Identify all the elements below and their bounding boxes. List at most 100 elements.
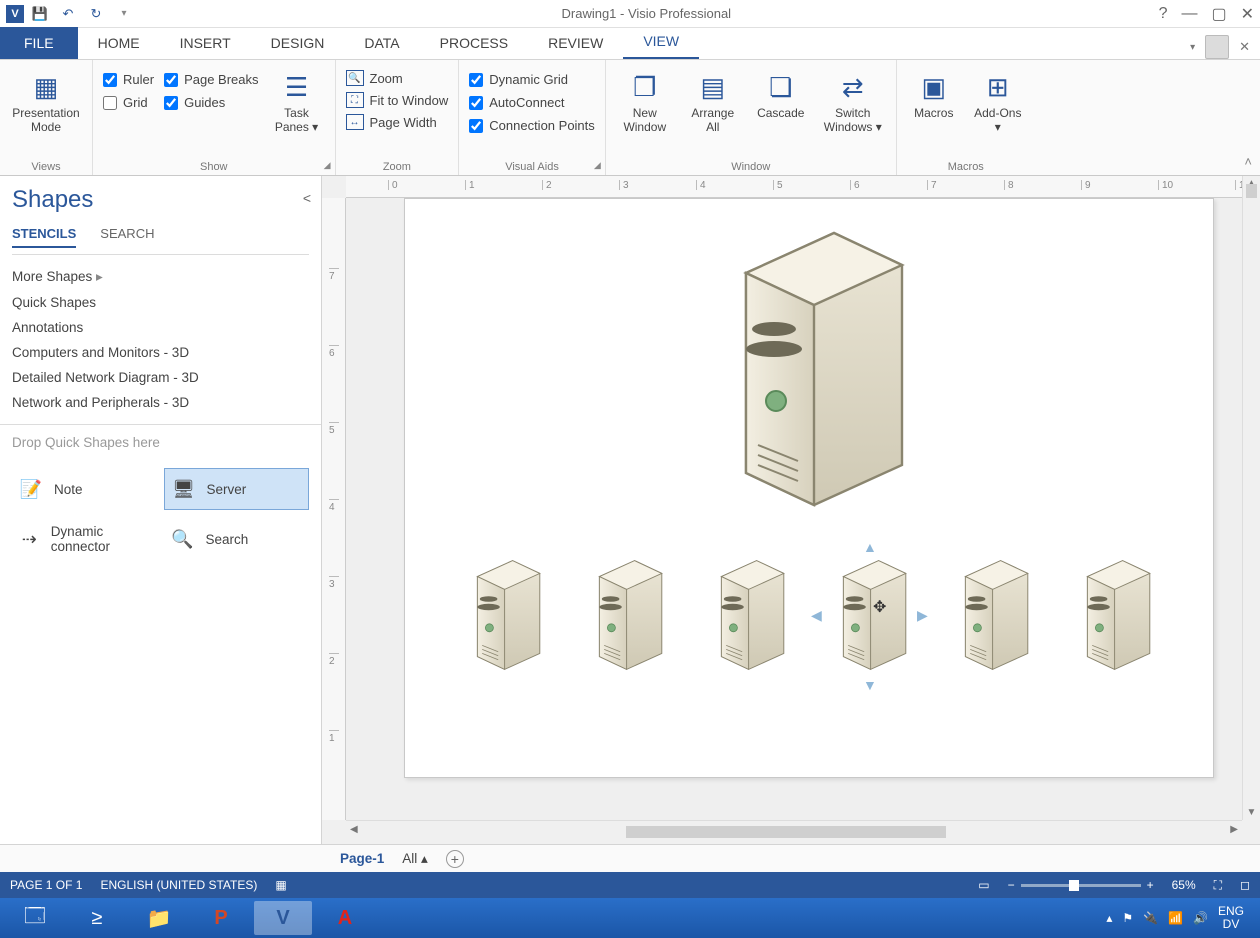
vertical-scrollbar[interactable]: ▲ ▼ (1242, 176, 1260, 820)
horizontal-scrollbar[interactable]: ◀ ▶ (346, 820, 1242, 844)
palette-search[interactable]: 🔍Search (164, 516, 310, 562)
tab-home[interactable]: HOME (78, 27, 160, 59)
palette-dynamic-connector[interactable]: ⇢Dynamic connector (12, 516, 158, 562)
close-icon[interactable]: ✕ (1241, 4, 1254, 24)
shapes-tab-stencils[interactable]: STENCILS (12, 226, 76, 248)
drawing-page[interactable]: ▲ ▼ ◀ ▶ ✥ (404, 198, 1214, 778)
hscroll-thumb[interactable] (626, 826, 946, 838)
fit-to-window-button[interactable]: ⛶Fit to Window (346, 92, 449, 108)
autoconnect-right-icon[interactable]: ▶ (917, 607, 928, 624)
palette-note[interactable]: 📝Note (12, 468, 158, 510)
help-icon[interactable]: ? (1159, 5, 1168, 23)
stencil-quick-shapes[interactable]: Quick Shapes (12, 295, 309, 310)
server-shape-4[interactable] (827, 559, 911, 671)
cascade-button[interactable]: ❏Cascade (752, 66, 810, 120)
doc-close-icon[interactable]: ✕ (1239, 39, 1250, 55)
server-shape-5[interactable] (949, 559, 1033, 671)
page-width-button[interactable]: ↔Page Width (346, 114, 449, 130)
undo-icon[interactable]: ↶ (58, 4, 78, 24)
addons-button[interactable]: ⊞Add-Ons ▾ (971, 66, 1025, 134)
vscroll-thumb[interactable] (1246, 184, 1257, 198)
ruler-checkbox[interactable]: Ruler (103, 72, 154, 87)
dynamic-grid-checkbox[interactable]: Dynamic Grid (469, 72, 595, 87)
scroll-right-icon[interactable]: ▶ (1230, 824, 1238, 835)
palette-server[interactable]: 🖥Server (164, 468, 310, 510)
server-shape-large[interactable] (710, 229, 910, 509)
qat-customize-icon[interactable]: ▾ (114, 4, 134, 24)
macro-recorder-icon[interactable]: ▦ (275, 878, 286, 892)
macros-icon: ▣ (921, 70, 946, 104)
presentation-view-icon[interactable]: ▭ (978, 878, 989, 892)
page-tab-all[interactable]: All ▴ (402, 851, 428, 867)
tray-power-icon[interactable]: 🔌 (1143, 911, 1158, 925)
shapes-collapse-icon[interactable]: < (303, 190, 311, 206)
fit-page-icon[interactable]: ⛶ (1214, 878, 1222, 893)
zoom-out-icon[interactable]: − (1008, 878, 1015, 892)
tray-language[interactable]: ENGDV (1218, 905, 1244, 931)
taskbar-explorer[interactable]: 📁 (130, 901, 188, 935)
status-language[interactable]: ENGLISH (UNITED STATES) (100, 878, 257, 892)
presentation-mode-button[interactable]: ▦ Presentation Mode (10, 66, 82, 134)
server-shape-1[interactable] (461, 559, 545, 671)
tray-security-icon[interactable]: ⚑ (1122, 911, 1133, 925)
scroll-down-icon[interactable]: ▼ (1243, 807, 1260, 818)
page-tab-1[interactable]: Page-1 (340, 851, 384, 866)
ribbon-options-icon[interactable]: ▾ (1190, 42, 1195, 53)
tab-process[interactable]: PROCESS (420, 27, 528, 59)
redo-icon[interactable]: ↻ (86, 4, 106, 24)
stencil-network-peripherals-3d[interactable]: Network and Peripherals - 3D (12, 395, 309, 410)
arrange-all-button[interactable]: ▤Arrange All (684, 66, 742, 134)
autoconnect-up-icon[interactable]: ▲ (863, 539, 877, 555)
tray-network-icon[interactable]: 📶 (1168, 911, 1183, 925)
tray-volume-icon[interactable]: 🔊 (1193, 911, 1208, 925)
tab-file[interactable]: FILE (0, 27, 78, 59)
new-window-button[interactable]: ❐New Window (616, 66, 674, 134)
save-icon[interactable]: 💾 (30, 4, 50, 24)
taskbar-app-1[interactable]: 🗔 (6, 901, 64, 935)
fullscreen-icon[interactable]: ◻ (1240, 878, 1250, 892)
taskbar-powerpoint[interactable]: P (192, 901, 250, 935)
switch-windows-button[interactable]: ⇄Switch Windows ▾ (820, 66, 886, 134)
autoconnect-checkbox[interactable]: AutoConnect (469, 95, 595, 110)
taskbar-acrobat[interactable]: A (316, 901, 374, 935)
stencil-more-shapes[interactable]: More Shapes (12, 269, 309, 285)
guides-checkbox[interactable]: Guides (164, 95, 258, 110)
zoom-slider[interactable]: − + (1008, 878, 1154, 892)
zoom-button[interactable]: 🔍Zoom (346, 70, 449, 86)
tab-design[interactable]: DESIGN (251, 27, 345, 59)
scroll-left-icon[interactable]: ◀ (350, 824, 358, 835)
page-breaks-checkbox[interactable]: Page Breaks (164, 72, 258, 87)
server-shape-2[interactable] (583, 559, 667, 671)
grid-checkbox[interactable]: Grid (103, 95, 154, 110)
connection-points-checkbox[interactable]: Connection Points (469, 118, 595, 133)
tab-data[interactable]: DATA (344, 27, 419, 59)
server-shape-6[interactable] (1071, 559, 1155, 671)
macros-button[interactable]: ▣Macros (907, 66, 961, 120)
maximize-icon[interactable]: ▢ (1211, 4, 1226, 24)
show-dialog-launcher[interactable]: ◢ (324, 160, 331, 171)
tab-view[interactable]: VIEW (623, 25, 699, 59)
add-page-button[interactable]: + (446, 850, 464, 868)
taskbar-visio[interactable]: V (254, 901, 312, 935)
stencil-annotations[interactable]: Annotations (12, 320, 309, 335)
visual-dialog-launcher[interactable]: ◢ (594, 160, 601, 171)
minimize-icon[interactable]: — (1181, 5, 1197, 23)
account-avatar[interactable] (1205, 35, 1229, 59)
canvas[interactable]: 01234567891011 7654321 (322, 176, 1260, 844)
status-page[interactable]: PAGE 1 OF 1 (10, 878, 82, 892)
autoconnect-left-icon[interactable]: ◀ (811, 607, 822, 624)
zoom-knob[interactable] (1069, 880, 1079, 891)
tab-review[interactable]: REVIEW (528, 27, 623, 59)
collapse-ribbon-icon[interactable]: ˄ (1244, 154, 1252, 169)
autoconnect-down-icon[interactable]: ▼ (863, 677, 877, 693)
zoom-value[interactable]: 65% (1172, 878, 1196, 892)
server-shape-3[interactable] (705, 559, 789, 671)
zoom-in-icon[interactable]: + (1147, 878, 1154, 892)
stencil-network-diagram-3d[interactable]: Detailed Network Diagram - 3D (12, 370, 309, 385)
stencil-computers-3d[interactable]: Computers and Monitors - 3D (12, 345, 309, 360)
taskbar-powershell[interactable]: ≥ (68, 901, 126, 935)
tray-show-hidden-icon[interactable]: ▴ (1106, 911, 1112, 925)
task-panes-button[interactable]: ☰ Task Panes ▾ (269, 66, 325, 134)
shapes-tab-search[interactable]: SEARCH (100, 226, 154, 248)
tab-insert[interactable]: INSERT (160, 27, 251, 59)
